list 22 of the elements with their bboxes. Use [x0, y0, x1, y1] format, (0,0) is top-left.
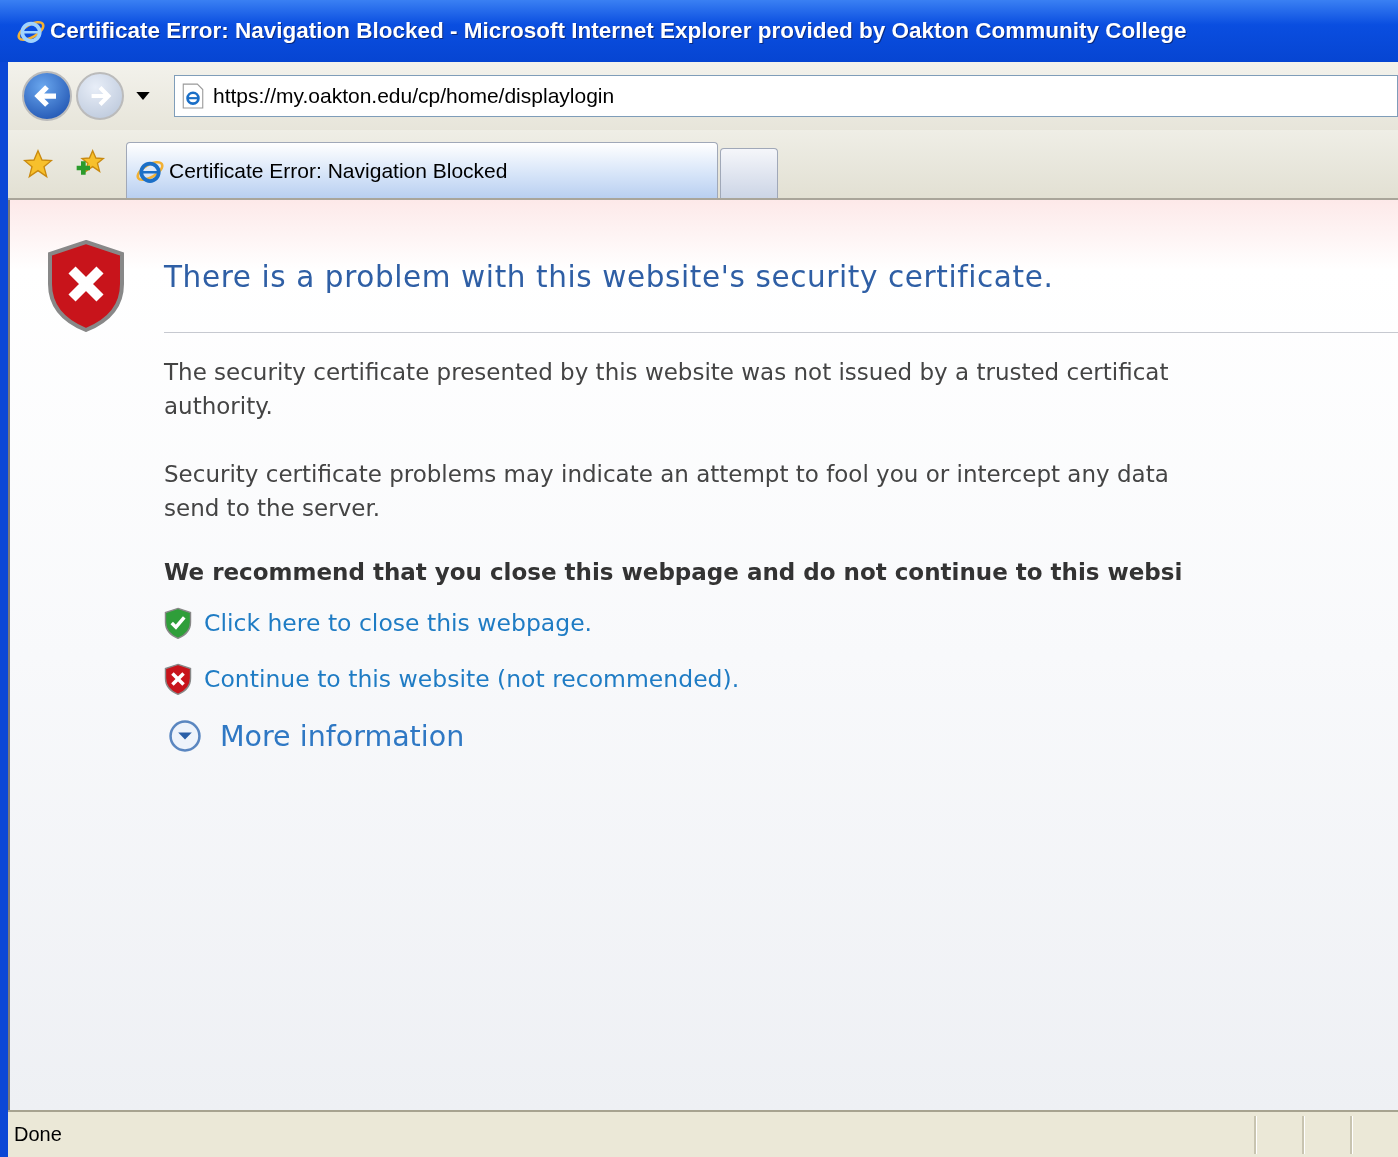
- star-icon[interactable]: [22, 148, 54, 180]
- body-text: authority.: [164, 392, 274, 421]
- body-text: Security certificate problems may indicate an attempt to fool you or intercept any data: [164, 460, 1170, 489]
- back-button[interactable]: [22, 71, 72, 121]
- more-information-link[interactable]: More information: [220, 719, 465, 753]
- link[interactable]: Click here to close this webpage.: [204, 609, 593, 637]
- caret-icon: [136, 92, 150, 100]
- page-icon: [181, 83, 205, 109]
- check-shield-icon: [164, 607, 192, 639]
- address-field[interactable]: https://my.oakton.edu/cp/home/displaylogin: [174, 75, 1398, 117]
- status-text: Done: [13, 1123, 63, 1146]
- new-tab-button[interactable]: [720, 148, 778, 198]
- body-text: The security certificate presented by this website was not issued by a trusted certificat: [164, 358, 1170, 387]
- link[interactable]: Continue to this website (not recommended).: [204, 665, 740, 693]
- browser-tab[interactable]: Certificate Error: Navigation Blocked: [126, 142, 718, 198]
- expand-icon[interactable]: [168, 719, 202, 753]
- error-shield-icon: [46, 240, 126, 332]
- recommendation-text: We recommend that you close this webpage and do not continue to this websi: [164, 559, 1184, 585]
- body-text: send to the server.: [164, 494, 382, 523]
- error-shield-icon: [164, 663, 192, 695]
- window-title: Certificate Error: Navigation Blocked - Microsoft Internet Explorer provided by Oakton Community College: [50, 18, 1187, 44]
- error-heading: There is a problem with this website's security certificate.: [164, 260, 1055, 294]
